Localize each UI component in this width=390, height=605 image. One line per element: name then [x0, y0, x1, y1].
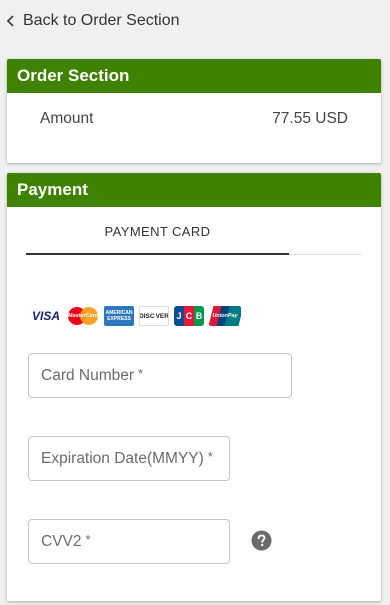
card-number-placeholder: Card Number: [41, 366, 135, 384]
order-section-title: Order Section: [7, 59, 381, 93]
tab-payment-card[interactable]: PAYMENT CARD: [26, 207, 289, 255]
payment-tabs: PAYMENT CARD: [26, 207, 362, 255]
back-to-order-link[interactable]: Back to Order Section: [6, 8, 180, 34]
payment-title: Payment: [7, 173, 381, 207]
required-mark: *: [138, 366, 144, 381]
jcb-logo: JCB: [174, 306, 204, 326]
back-link-label: Back to Order Section: [23, 12, 180, 29]
required-mark: *: [207, 449, 213, 464]
question-circle-icon[interactable]: [251, 530, 272, 551]
amount-value: 77.55 USD: [272, 110, 348, 127]
unionpay-logo: UnionPay: [209, 306, 241, 326]
cvv2-field[interactable]: CVV2 *: [28, 519, 230, 564]
cvv2-placeholder: CVV2: [41, 532, 82, 550]
amount-row: Amount 77.55 USD: [7, 93, 381, 145]
payment-card: Payment PAYMENT CARD VISA MasterCard AME…: [7, 173, 381, 601]
mastercard-logo: MasterCard: [67, 306, 99, 326]
chevron-left-icon: [6, 15, 15, 27]
amex-logo: AMERICAN EXPRESS: [104, 306, 134, 326]
required-mark: *: [85, 532, 91, 547]
order-section-card: Order Section Amount 77.55 USD: [7, 59, 381, 163]
expiration-date-field[interactable]: Expiration Date(MMYY) *: [28, 436, 230, 481]
visa-logo: VISA: [31, 309, 60, 323]
active-tab-indicator: [26, 253, 289, 255]
expiration-placeholder: Expiration Date(MMYY): [41, 449, 204, 467]
amount-label: Amount: [40, 110, 94, 127]
discover-logo: DISC VER: [139, 306, 169, 326]
accepted-card-logos: VISA MasterCard AMERICAN EXPRESS DISC VER …: [30, 306, 241, 326]
card-number-field[interactable]: Card Number *: [28, 353, 292, 398]
